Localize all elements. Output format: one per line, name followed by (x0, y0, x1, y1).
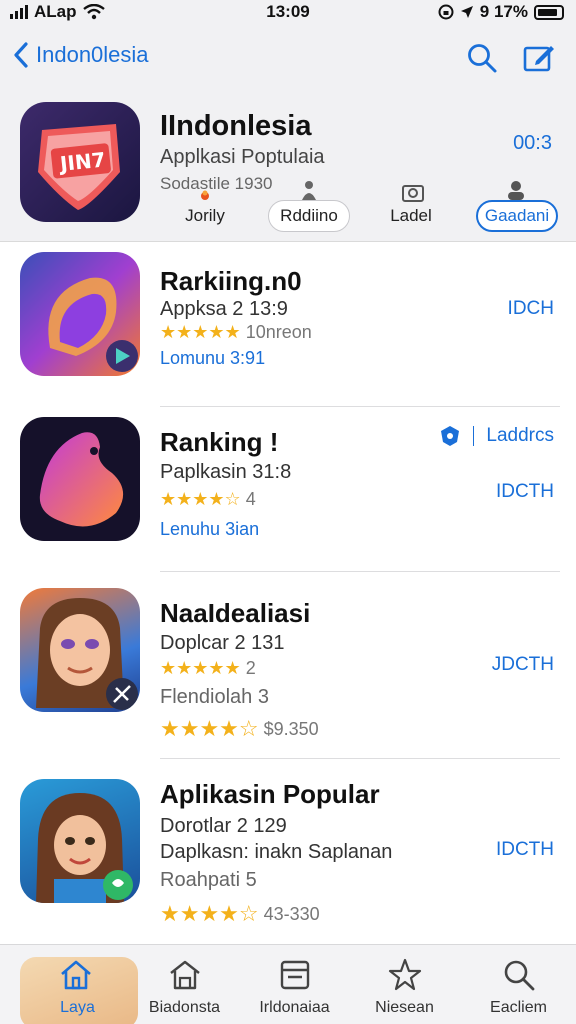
get-button[interactable]: IDCH (508, 298, 554, 320)
document-icon (280, 960, 310, 990)
get-button[interactable]: IDCTH (496, 839, 554, 861)
star-icon: ★★★★★ (160, 658, 241, 678)
list-item[interactable]: Aplikasin Popular Dorotlar 2 129 Daplkas… (0, 765, 576, 945)
camera-icon (402, 185, 424, 202)
search-icon[interactable] (466, 42, 498, 74)
tab-label: Laya (60, 999, 95, 1016)
get-button[interactable]: IDCTH (496, 481, 554, 503)
person-icon (302, 181, 316, 200)
character-face-icon (36, 598, 138, 710)
app-title: Aplikasin Popular (160, 779, 380, 809)
compose-icon[interactable] (522, 42, 556, 74)
character-girl-icon (36, 793, 133, 903)
filter-chip-rddiino[interactable]: Rddiino (268, 200, 350, 232)
lock-rotation-icon (438, 4, 454, 20)
badge-row: Laddrcs (439, 425, 554, 447)
search-icon (504, 960, 535, 991)
app-rating: ★★★★★ 10nreon (160, 322, 312, 343)
tab-niesean[interactable]: Niesean (347, 953, 462, 1024)
header-section: JIN7 IIndonlesia Applkasi Poptulaia Soda… (0, 90, 576, 242)
star-icon (388, 958, 422, 991)
tab-laya[interactable]: Laya (0, 953, 138, 1024)
app-subtitle: Doplcar 2 131 (160, 632, 285, 654)
app-icon (20, 417, 140, 541)
price-label: 43-330 (263, 903, 320, 924)
divider (160, 571, 560, 572)
status-bar: ALap 13:09 9 17% (0, 0, 576, 30)
app-rating-secondary: ★★★★☆ $9.350 (160, 716, 319, 742)
back-label: Indon0lesia (36, 42, 149, 67)
price-label: $9.350 (263, 718, 319, 739)
store-icon (170, 960, 200, 990)
list-item[interactable]: Rarkiing.n0 Appksa 2 13:9 ★★★★★ 10nreon … (0, 242, 576, 407)
badge-label[interactable]: Laddrcs (486, 425, 554, 447)
header-meta: Sodastile 1930 (160, 174, 273, 193)
list-item[interactable]: Ranking ! Paplkasin 31:8 ★★★★☆ 4 Lenuhu … (0, 407, 576, 572)
tab-label: Irldonaiaa (259, 999, 330, 1016)
app-title: Ranking ! (160, 427, 279, 457)
header-title: IIndonlesia (160, 110, 312, 142)
user-icon (508, 181, 524, 200)
app-subtitle: Dorotlar 2 129 (160, 815, 287, 837)
rating-count: 4 (245, 489, 256, 509)
app-rating: ★★★★☆ 4 (160, 489, 256, 510)
chevron-left-icon (14, 42, 28, 68)
app-subtitle: Paplkasin 31:8 (160, 461, 292, 483)
app-rating: ★★★★★ 2 (160, 658, 256, 679)
tab-label: Biadonsta (148, 999, 221, 1016)
app-secondary-line: Roahpati 5 (160, 869, 257, 891)
list-item[interactable]: NaaIdealiasi Doplcar 2 131 ★★★★★ 2 Flend… (0, 578, 576, 759)
star-icon: ★★★★☆ (160, 716, 259, 741)
battery-percent: 9 17% (479, 2, 528, 21)
tab-irldonaiaa[interactable]: Irldonaiaa (237, 953, 352, 1024)
header-price-button[interactable]: 00:3 (513, 132, 552, 155)
rating-count: 10nreon (245, 322, 312, 342)
home-icon (61, 960, 91, 990)
shield-logo-icon: JIN7 (38, 124, 120, 210)
fire-icon (201, 190, 209, 200)
divider (160, 758, 560, 759)
app-icon (20, 779, 140, 903)
filter-row: Jorily Rddiino Ladel Gaadani (160, 200, 560, 234)
star-icon: ★★★★☆ (160, 489, 241, 509)
tab-label: Eacliem (490, 999, 547, 1016)
app-subtitle: Appksa 2 13:9 (160, 298, 288, 320)
tab-label: Niesean (375, 999, 434, 1016)
featured-app-icon[interactable]: JIN7 (20, 102, 140, 222)
tab-biadonsta[interactable]: Biadonsta (127, 953, 242, 1024)
app-description: Daplkasn: inakn Saplanan (160, 841, 393, 863)
nav-bar: Indon0lesia (0, 30, 576, 90)
battery-icon (534, 4, 564, 20)
header-subtitle: Applkasi Poptulaia (160, 146, 325, 168)
star-icon: ★★★★☆ (160, 901, 259, 926)
filter-chip-ladel[interactable]: Ladel (380, 200, 442, 232)
badge-separator (473, 426, 475, 446)
app-link[interactable]: Lenuhu 3ian (160, 519, 259, 540)
app-link[interactable]: Lomunu 3:91 (160, 348, 265, 369)
filter-chip-jorily[interactable]: Jorily (160, 200, 250, 232)
app-rating-secondary: ★★★★☆ 43-330 (160, 901, 320, 927)
status-right: 9 17% (438, 2, 564, 22)
nav-actions (466, 42, 556, 74)
filter-chip-gaadani[interactable]: Gaadani (476, 200, 558, 232)
bird-logo-icon (48, 277, 138, 372)
app-icon (20, 252, 140, 376)
app-title: NaaIdealiasi (160, 598, 311, 628)
tab-eacliem[interactable]: Eacliem (461, 953, 576, 1024)
app-icon (20, 588, 140, 712)
get-button[interactable]: JDCTH (492, 654, 554, 676)
app-secondary-line: Flendiolah 3 (160, 686, 269, 708)
location-icon (460, 6, 473, 18)
star-icon: ★★★★★ (160, 322, 241, 342)
rating-count: 2 (245, 658, 256, 678)
app-title: Rarkiing.n0 (160, 266, 302, 296)
svg-text:JIN7: JIN7 (57, 147, 107, 176)
creature-logo-icon (39, 432, 124, 527)
tab-bar: Laya Biadonsta Irldonaiaa Niesean Eaclie… (0, 944, 576, 1024)
shield-badge-icon (441, 426, 460, 446)
back-button[interactable]: Indon0lesia (14, 42, 149, 68)
